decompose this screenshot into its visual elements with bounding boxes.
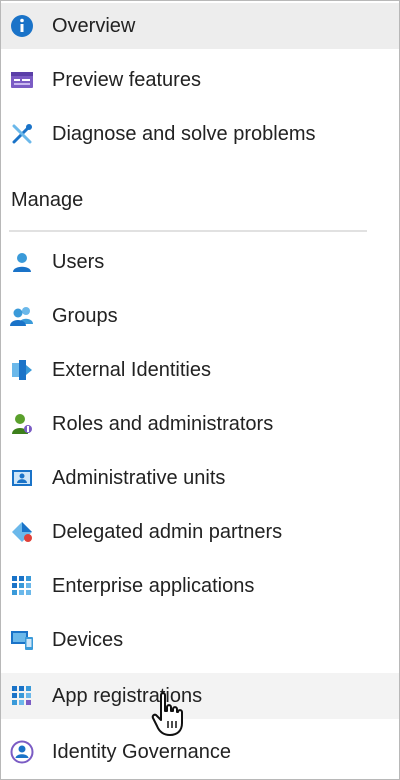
nav-item-groups[interactable]: Groups (1, 293, 399, 339)
preview-features-icon (9, 67, 35, 93)
nav-item-label: Groups (52, 304, 118, 327)
nav-item-label: External Identities (52, 358, 211, 381)
enterprise-apps-icon (9, 573, 35, 599)
nav-item-delegated-admin-partners[interactable]: Delegated admin partners (1, 509, 399, 555)
devices-icon (9, 627, 35, 653)
nav-item-label: Users (52, 250, 105, 273)
nav-item-label: Delegated admin partners (52, 520, 283, 543)
nav-item-external-identities[interactable]: External Identities (1, 347, 399, 393)
navigation-panel: Overview Preview features Diagnose and s… (0, 0, 400, 780)
app-registrations-icon (9, 683, 35, 709)
delegated-partners-icon (9, 519, 35, 545)
section-header-manage: Manage (11, 189, 84, 211)
section-divider (9, 230, 367, 232)
diagnose-tools-icon (9, 121, 35, 147)
nav-item-label: Diagnose and solve problems (52, 122, 316, 145)
admin-units-icon (9, 465, 35, 491)
nav-item-devices[interactable]: Devices (1, 617, 399, 663)
nav-item-users[interactable]: Users (1, 239, 399, 285)
info-icon (9, 13, 35, 39)
nav-item-label: Preview features (52, 68, 201, 91)
nav-item-diagnose[interactable]: Diagnose and solve problems (1, 111, 399, 157)
nav-item-label: Enterprise applications (52, 574, 255, 597)
nav-item-app-registrations[interactable]: App registrations (1, 673, 399, 719)
nav-item-roles-administrators[interactable]: Roles and administrators (1, 401, 399, 447)
nav-item-label: Identity Governance (52, 740, 231, 763)
roles-icon (9, 411, 35, 437)
external-identities-icon (9, 357, 35, 383)
nav-item-administrative-units[interactable]: Administrative units (1, 455, 399, 501)
nav-item-label: Roles and administrators (52, 412, 274, 435)
nav-item-identity-governance[interactable]: Identity Governance (1, 729, 399, 775)
nav-item-label: Administrative units (52, 466, 226, 489)
groups-icon (9, 303, 35, 329)
user-icon (9, 249, 35, 275)
identity-governance-icon (9, 739, 35, 765)
nav-item-enterprise-applications[interactable]: Enterprise applications (1, 563, 399, 609)
nav-item-label: Overview (52, 14, 136, 37)
nav-item-label: Devices (52, 628, 124, 651)
nav-item-preview-features[interactable]: Preview features (1, 57, 399, 103)
hand-cursor-icon (151, 692, 183, 736)
nav-item-overview[interactable]: Overview (1, 3, 399, 49)
